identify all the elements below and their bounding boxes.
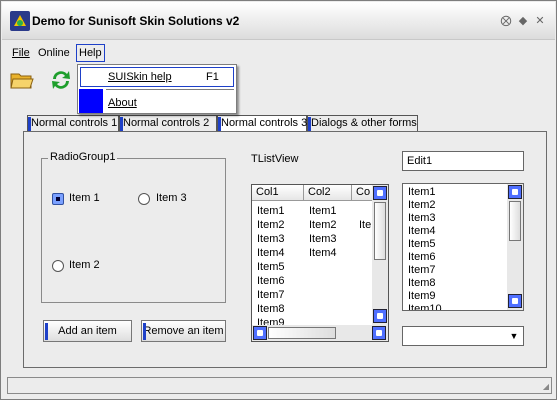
listbox-item[interactable]: Item8 [408, 277, 436, 289]
help-menu-dropdown: SUISkin help F1 About [77, 64, 237, 114]
scroll-down-icon[interactable] [508, 294, 522, 308]
radio-item-2[interactable] [52, 260, 64, 272]
list-item[interactable]: Item7 [257, 289, 285, 301]
list-item[interactable]: Item2 [257, 219, 285, 231]
size-grip-icon [372, 326, 386, 340]
list-item[interactable]: Item1 [257, 205, 285, 217]
horizontal-scrollbar[interactable] [252, 325, 388, 341]
list-view[interactable]: Col1 Col2 Co Item1 Item2 Item3 Item4 Ite… [251, 184, 389, 342]
restore-icon[interactable]: ◆ [516, 14, 530, 28]
list-subitem: Item2 [309, 219, 337, 231]
list-subitem: Item4 [309, 247, 337, 259]
radio-label: Item 2 [69, 259, 100, 271]
list-item[interactable]: Item6 [257, 275, 285, 287]
listbox-item[interactable]: Item6 [408, 251, 436, 263]
menu-online[interactable]: Online [38, 47, 70, 59]
resize-grip-icon[interactable]: ◢ [543, 382, 549, 391]
scroll-thumb[interactable] [509, 201, 521, 241]
chevron-down-icon[interactable]: ▼ [506, 328, 522, 344]
minimize-icon[interactable]: ⨂ [499, 14, 513, 28]
list-subitem: Ite [359, 219, 372, 231]
status-bar: ◢ [7, 377, 552, 394]
radio-label: Item 3 [156, 192, 187, 204]
list-subitem: Item3 [309, 233, 337, 245]
window-title: Demo for Sunisoft Skin Solutions v2 [32, 14, 240, 28]
listbox-item[interactable]: Item1 [408, 186, 436, 198]
menu-bar: File Online Help [2, 41, 555, 63]
main-window: Demo for Sunisoft Skin Solutions v2 ⨂ ◆ … [0, 0, 557, 400]
listbox-item[interactable]: Item2 [408, 199, 436, 211]
listview-caption: TListView [251, 153, 299, 165]
column-header[interactable]: Col1 [252, 185, 304, 201]
menu-item-about[interactable]: About [108, 97, 137, 109]
radio-item-3[interactable] [138, 193, 150, 205]
shortcut-label: F1 [206, 71, 219, 83]
menu-separator [106, 89, 234, 90]
list-item[interactable]: Item4 [257, 247, 285, 259]
radio-item-1[interactable] [52, 193, 64, 205]
refresh-icon[interactable] [48, 67, 74, 93]
tab-normal-controls-3[interactable]: Normal controls 3 [217, 115, 307, 131]
scroll-thumb[interactable] [268, 327, 336, 339]
menu-item-suiskin-help[interactable]: SUISkin help [108, 71, 172, 83]
vertical-scrollbar[interactable] [372, 185, 388, 325]
scroll-left-icon[interactable] [253, 326, 267, 340]
listbox-item[interactable]: Item7 [408, 264, 436, 276]
tab-normal-controls-2[interactable]: Normal controls 2 [119, 115, 217, 131]
combo-box[interactable]: ▼ [402, 326, 524, 346]
list-subitem: Item1 [309, 205, 337, 217]
scroll-thumb[interactable] [374, 202, 386, 260]
tab-dialogs[interactable]: Dialogs & other forms [307, 115, 418, 131]
listbox-item[interactable]: Item3 [408, 212, 436, 224]
scroll-down-icon[interactable] [373, 309, 387, 323]
scroll-up-icon[interactable] [508, 185, 522, 199]
close-icon[interactable]: ✕ [533, 14, 547, 28]
edit-field[interactable]: Edit1 [402, 151, 524, 171]
vertical-scrollbar[interactable] [507, 184, 523, 310]
column-header[interactable]: Col2 [304, 185, 352, 201]
list-item[interactable]: Item3 [257, 233, 285, 245]
menu-icon-strip [79, 89, 103, 113]
title-bar[interactable]: Demo for Sunisoft Skin Solutions v2 ⨂ ◆ … [2, 2, 555, 40]
listbox-item[interactable]: Item10 [408, 303, 442, 310]
add-item-button[interactable]: Add an item [43, 320, 132, 342]
scroll-up-icon[interactable] [373, 186, 387, 200]
open-folder-icon[interactable] [9, 67, 35, 93]
column-header[interactable]: Co [352, 185, 374, 201]
list-item[interactable]: Item5 [257, 261, 285, 273]
remove-item-button[interactable]: Remove an item [141, 320, 226, 342]
app-logo-icon [10, 11, 30, 31]
listbox-item[interactable]: Item9 [408, 290, 436, 302]
list-item[interactable]: Item8 [257, 303, 285, 315]
list-box[interactable]: Item1 Item2 Item3 Item4 Item5 Item6 Item… [402, 183, 524, 311]
radio-group: RadioGroup1 Item 1 Item 3 Item 2 [41, 151, 226, 303]
menu-file[interactable]: File [12, 47, 30, 59]
radio-label: Item 1 [69, 192, 100, 204]
tab-normal-controls-1[interactable]: Normal controls 1 [27, 115, 119, 131]
listbox-item[interactable]: Item4 [408, 225, 436, 237]
menu-help[interactable]: Help [76, 44, 105, 62]
listbox-item[interactable]: Item5 [408, 238, 436, 250]
radio-group-caption: RadioGroup1 [48, 151, 118, 163]
